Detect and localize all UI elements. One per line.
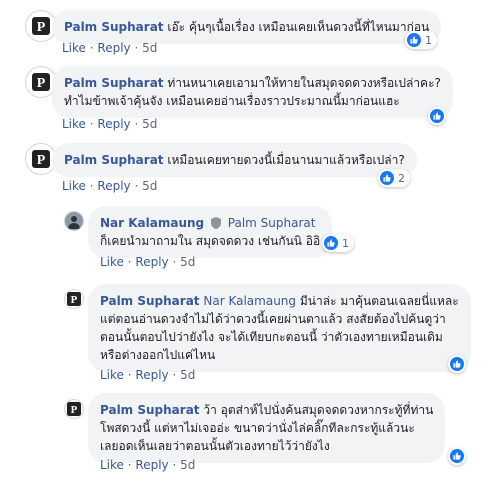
palm-avatar-icon <box>32 17 50 35</box>
comment-actions: Like · Reply · 5d <box>62 117 158 131</box>
reply-mention[interactable]: Nar Kalamaung <box>203 294 296 308</box>
reply-text-line: เลยอดเห็นเลยว่าตอนนั้นตัวเองทายไว้ว่ายัง… <box>100 439 330 453</box>
reply-time[interactable]: 5d <box>180 368 195 382</box>
like-link[interactable]: Like <box>100 368 124 382</box>
person-avatar-icon <box>68 216 80 229</box>
reply-text: มีน่าล่ะ มาคุ้นตอนเฉลยนี่แหละ <box>299 294 459 308</box>
comment-bubble: Palm Supharat เอ๊ะ คุ้นๆเนื้อเรื่อง เหมื… <box>52 10 442 44</box>
palm-avatar-icon <box>67 402 81 416</box>
comment-text: เอ๊ะ คุ้นๆเนื้อเรื่อง เหมือนเคยเห็นดวงนี… <box>167 20 430 34</box>
like-link[interactable]: Like <box>62 41 86 55</box>
reply-text: ว้า อุตส่าห์ไปนั่งค้นสมุดจดดวงหากระทู้ที… <box>203 403 434 417</box>
reply-author[interactable]: Nar Kalamaung <box>100 216 204 230</box>
thumbs-up-icon <box>324 236 338 250</box>
reply-bubble: Nar Kalamaung Palm Supharat ก็เคยนำมาถาม… <box>88 206 333 258</box>
comment-author[interactable]: Palm Supharat <box>64 153 164 167</box>
comment-text: ท่านหนาเคยเอามาให้ทายในสมุดจดดวงหรือเปล่… <box>167 76 441 90</box>
like-link[interactable]: Like <box>62 117 86 131</box>
reply-time[interactable]: 5d <box>180 255 195 269</box>
reply-link[interactable]: Reply <box>135 255 168 269</box>
reply-actions: Like · Reply · 5d <box>100 255 196 269</box>
comment-author[interactable]: Palm Supharat <box>64 76 164 90</box>
thumbs-up-icon <box>380 171 394 185</box>
thumbs-up-icon <box>450 449 464 463</box>
like-link[interactable]: Like <box>62 179 86 193</box>
reaction-count[interactable]: 2 <box>378 169 410 187</box>
reaction-count[interactable]: 1 <box>405 31 437 49</box>
reply-link[interactable]: Reply <box>97 117 130 131</box>
reply-actions: Like · Reply · 5d <box>100 368 196 382</box>
reply-text-line: หรือต่างออกไปแค่ไหน <box>100 348 216 362</box>
comment-time[interactable]: 5d <box>142 179 157 193</box>
reaction-count[interactable] <box>448 355 466 373</box>
reaction-count[interactable] <box>428 107 446 125</box>
comment-time[interactable]: 5d <box>142 117 157 131</box>
reply-link[interactable]: Reply <box>135 368 168 382</box>
avatar[interactable] <box>64 211 84 231</box>
reply-author[interactable]: Palm Supharat <box>100 403 200 417</box>
reply-text-line: ตอนนั้นตอบไปว่ายังไง จะได้เทียบกะตอนนี้ … <box>100 330 443 344</box>
reply-mention[interactable]: Palm Supharat <box>228 216 316 230</box>
reply-link[interactable]: Reply <box>97 179 130 193</box>
like-link[interactable]: Like <box>100 458 124 472</box>
reaction-count[interactable] <box>448 447 466 465</box>
comment-text: เหมือนเคยทายดวงนี้เมื่อนานมาแล้วหรือเปล่… <box>167 153 405 167</box>
thumbs-up-icon <box>430 109 444 123</box>
comment-actions: Like · Reply · 5d <box>62 179 158 193</box>
avatar[interactable] <box>64 399 84 419</box>
comment-bubble: Palm Supharat ท่านหนาเคยเอามาให้ทายในสมุ… <box>52 66 453 118</box>
reply-text: ก็เคยนำมาถามใน สมุดจดดวง เช่นกันนิ อิอิ <box>100 234 321 248</box>
comment-text-line: ทำไมข้าพเจ้าคุ้นจัง เหมือนเคยอ่านเรื่องร… <box>64 94 400 108</box>
reply-text-line: แต่ตอนอ่านดวงจำไม่ได้ว่าดวงนี้เคยผ่านตาแ… <box>100 312 446 326</box>
reply-author[interactable]: Palm Supharat <box>100 294 200 308</box>
reply-text-line: โพสดวงนี้ แต่หาไม่เจออ่ะ ขนาดว่านั่งไล่ค… <box>100 421 415 435</box>
comment-bubble: Palm Supharat เหมือนเคยทายดวงนี้เมื่อนาน… <box>52 143 417 177</box>
thumbs-up-icon <box>407 33 421 47</box>
palm-avatar-icon <box>67 292 81 306</box>
reply-actions: Like · Reply · 5d <box>100 458 196 472</box>
reply-link[interactable]: Reply <box>97 41 130 55</box>
palm-avatar-icon <box>32 150 50 168</box>
shield-icon <box>210 217 221 229</box>
thumbs-up-icon <box>450 357 464 371</box>
like-link[interactable]: Like <box>100 255 124 269</box>
reply-bubble: Palm Supharat ว้า อุตส่าห์ไปนั่งค้นสมุดจ… <box>88 393 446 463</box>
reply-bubble: Palm Supharat Nar Kalamaung มีน่าล่ะ มาค… <box>88 284 471 372</box>
comment-author[interactable]: Palm Supharat <box>64 20 164 34</box>
avatar[interactable] <box>64 289 84 309</box>
palm-avatar-icon <box>32 73 50 91</box>
comment-actions: Like · Reply · 5d <box>62 41 158 55</box>
reply-time[interactable]: 5d <box>180 458 195 472</box>
comment-time[interactable]: 5d <box>142 41 157 55</box>
reaction-count[interactable]: 1 <box>322 234 354 252</box>
reply-link[interactable]: Reply <box>135 458 168 472</box>
